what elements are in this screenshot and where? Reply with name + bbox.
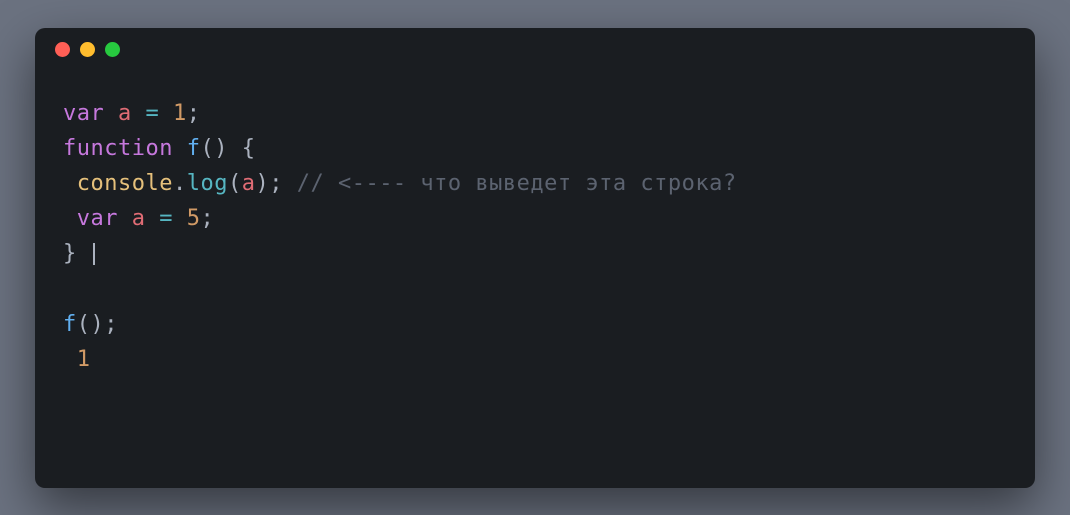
code-window: var a = 1; function f() { console.log(a)… bbox=[35, 28, 1035, 488]
object-console: console bbox=[77, 171, 173, 196]
variable-a: a bbox=[132, 206, 146, 231]
close-icon[interactable] bbox=[55, 42, 70, 57]
brace-open: { bbox=[242, 136, 256, 161]
keyword-var: var bbox=[63, 101, 104, 126]
number-literal: 1 bbox=[173, 101, 187, 126]
paren-open: ( bbox=[228, 171, 242, 196]
variable-a: a bbox=[118, 101, 132, 126]
semicolon: ; bbox=[104, 312, 118, 337]
titlebar bbox=[35, 28, 1035, 72]
maximize-icon[interactable] bbox=[105, 42, 120, 57]
minimize-icon[interactable] bbox=[80, 42, 95, 57]
number-literal: 5 bbox=[187, 206, 201, 231]
semicolon: ; bbox=[187, 101, 201, 126]
paren-close: ) bbox=[255, 171, 269, 196]
keyword-function: function bbox=[63, 136, 173, 161]
code-editor[interactable]: var a = 1; function f() { console.log(a)… bbox=[35, 72, 1035, 402]
output-value: 1 bbox=[77, 347, 91, 372]
keyword-var: var bbox=[77, 206, 118, 231]
semicolon: ; bbox=[201, 206, 215, 231]
argument-a: a bbox=[242, 171, 256, 196]
dot: . bbox=[173, 171, 187, 196]
parens: () bbox=[200, 136, 228, 161]
operator-equals: = bbox=[159, 206, 173, 231]
parens: () bbox=[77, 312, 105, 337]
function-name: f bbox=[187, 136, 201, 161]
function-call: f bbox=[63, 312, 77, 337]
comment: // <---- что выведет эта строка? bbox=[297, 171, 737, 196]
operator-equals: = bbox=[146, 101, 160, 126]
semicolon: ; bbox=[269, 171, 283, 196]
method-log: log bbox=[187, 171, 228, 196]
cursor-icon bbox=[93, 243, 95, 265]
brace-close: } bbox=[63, 241, 77, 266]
